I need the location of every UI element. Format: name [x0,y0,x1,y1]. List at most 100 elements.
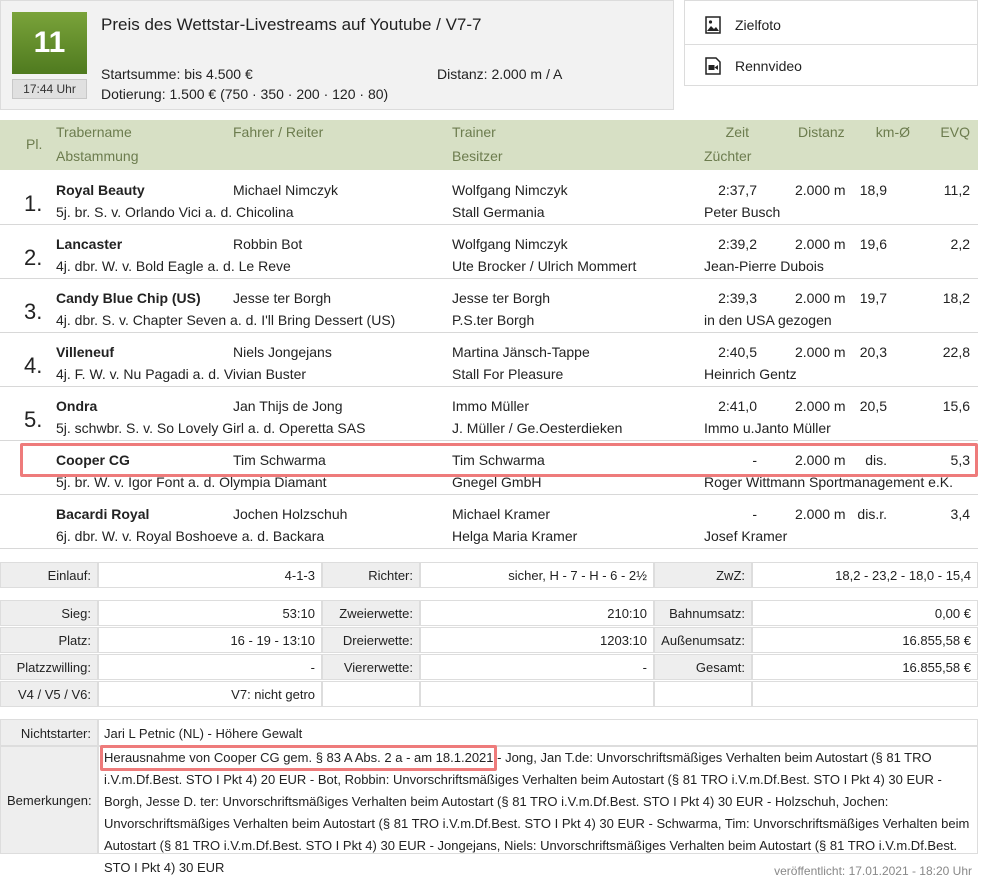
col-besitzer: Besitzer [452,148,503,164]
result-name: Lancaster [56,236,123,252]
platz-label: Platz: [0,627,98,653]
result-row: 3. Candy Blue Chip (US) 4j. dbr. S. v. Cha… [0,281,978,333]
col-trabername: Trabername [56,124,132,140]
result-trainer: Wolfgang Nimczyk [452,182,568,198]
race-startsumme: Startsumme: bis 4.500 € [101,66,253,82]
result-evq: 11,2 [943,182,970,198]
result-name: Royal Beauty [56,182,145,198]
result-row: Cooper CG 5j. br. W. v. Igor Font a. d. O… [0,443,978,495]
col-pl: Pl. [26,136,43,152]
col-zeit: Zeit [725,124,749,140]
col-zuechter: Züchter [704,148,752,164]
result-dist: 2.000 m [795,236,846,252]
vierer-label: Viererwette: [322,654,420,680]
race-dotierung: Dotierung: 1.500 € (750 · 350 · 200 · 12… [101,86,389,102]
result-breeder: Josef Kramer [704,528,788,544]
result-km: 19,7 [859,290,887,306]
sieg-value: 53:10 [98,600,322,626]
result-evq: 5,3 [950,452,970,468]
empty-cell-2 [420,681,654,707]
result-breeder: Roger Wittmann Sportmanagement e.K. [704,474,954,490]
result-km: 20,3 [859,344,887,360]
result-dist: 2.000 m [795,344,846,360]
result-dist: 2.000 m [795,506,846,522]
result-row: 5. Ondra 5j. schwbr. S. v. So Lovely Girl … [0,389,978,441]
result-driver: Robbin Bot [233,236,303,252]
bemerkungen-value: Herausnahme von Cooper CG gem. § 83 A Ab… [98,746,978,875]
platzzwilling-value: - [98,654,322,680]
result-evq: 18,2 [942,290,970,306]
photo-icon [705,15,721,34]
result-place: 4. [24,353,43,378]
col-evq: EVQ [940,124,970,140]
rennvideo-label: Rennvideo [735,58,802,74]
result-km: 18,9 [859,182,887,198]
result-row: 1. Royal Beauty 5j. br. S. v. Orlando Vici… [0,173,978,225]
result-owner: Helga Maria Kramer [452,528,578,544]
result-driver: Jochen Holzschuh [233,506,348,522]
race-distance: Distanz: 2.000 m / A [437,66,563,82]
result-evq: 2,2 [950,236,970,252]
result-trainer: Immo Müller [452,398,530,414]
bahn-value: 0,00 € [752,600,978,626]
result-time: 2:41,0 [718,398,757,414]
result-driver: Jan Thijs de Jong [233,398,343,414]
col-km: km-Ø [875,124,910,140]
result-row: Bacardi Royal 6j. dbr. W. v. Royal Boshoe… [0,497,978,549]
result-pedigree: 4j. F. W. v. Nu Pagadi a. d. Vivian Bust… [56,366,307,382]
result-km: dis.r. [857,506,887,522]
result-trainer: Jesse ter Borgh [452,290,551,306]
result-place: 5. [24,407,43,432]
result-name: Villeneuf [56,344,115,360]
result-breeder: Peter Busch [704,204,781,220]
zielfoto-label: Zielfoto [735,16,781,33]
result-breeder: in den USA gezogen [704,312,832,328]
sieg-label: Sieg: [0,600,98,626]
result-time: 2:40,5 [718,344,757,360]
result-time: - [752,506,757,522]
result-dist: 2.000 m [795,398,846,414]
result-trainer: Tim Schwarma [452,452,545,468]
einlauf-label: Einlauf: [0,562,98,588]
rennvideo-link[interactable]: Rennvideo [685,46,977,86]
result-breeder: Jean-Pierre Dubois [704,258,824,274]
result-place: 2. [24,245,43,270]
nichtstarter-value: Jari L Petnic (NL) - Höhere Gewalt [98,719,978,746]
result-owner: Stall Germania [452,204,545,220]
nichtstarter-label: Nichtstarter: [0,719,98,746]
result-evq: 22,8 [942,344,970,360]
result-owner: P.S.ter Borgh [452,312,535,328]
result-km: 19,6 [859,236,887,252]
result-trainer: Michael Kramer [452,506,551,522]
platz-value: 16 - 19 - 13:10 [98,627,322,653]
platzzwilling-label: Platzzwilling: [0,654,98,680]
result-owner: J. Müller / Ge.Oesterdieken [452,420,623,436]
published-timestamp: veröffentlicht: 17.01.2021 - 18:20 Uhr [774,864,972,878]
result-place: 3. [24,299,43,324]
v-value: V7: nicht getro [98,681,322,707]
empty-cell-3 [654,681,752,707]
result-owner: Ute Brocker / Ulrich Mommert [452,258,637,274]
col-distanz: Distanz [798,124,845,140]
race-number: 11 [12,12,87,74]
result-pedigree: 5j. br. S. v. Orlando Vici a. d. Chicoli… [56,204,294,220]
result-dist: 2.000 m [795,182,846,198]
aussen-label: Außenumsatz: [654,627,752,653]
dreier-value: 1203:10 [420,627,654,653]
result-pedigree: 5j. br. W. v. Igor Font a. d. Olympia Di… [56,474,327,490]
zwz-value: 18,2 - 23,2 - 18,0 - 15,4 [752,562,978,588]
richter-value: sicher, H - 7 - H - 6 - 2½ [420,562,654,588]
result-driver: Michael Nimczyk [233,182,339,198]
vierer-value: - [420,654,654,680]
zielfoto-link[interactable]: Zielfoto [685,5,977,45]
result-row: 4. Villeneuf 4j. F. W. v. Nu Pagadi a. d. … [0,335,978,387]
result-name: Ondra [56,398,98,414]
col-trainer: Trainer [452,124,496,140]
v-label: V4 / V5 / V6: [0,681,98,707]
result-driver: Jesse ter Borgh [233,290,332,306]
richter-label: Richter: [322,562,420,588]
col-fahrer: Fahrer / Reiter [233,124,324,140]
result-place: 1. [24,191,43,216]
col-abstammung: Abstammung [56,148,139,164]
race-time: 17:44 Uhr [12,79,87,99]
